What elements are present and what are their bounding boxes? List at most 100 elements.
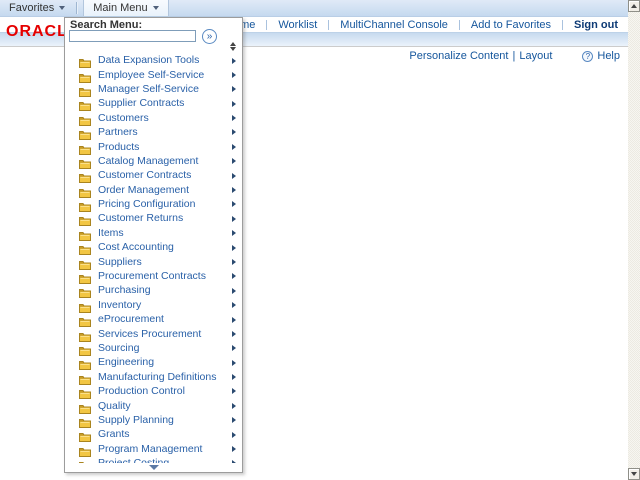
tab-main-menu[interactable]: Main Menu <box>83 0 169 16</box>
submenu-arrow-icon <box>232 100 236 107</box>
menu-item-grants[interactable]: Grants <box>65 427 242 443</box>
menu-item-label: Data Expansion Tools <box>98 54 200 67</box>
scroll-down-icon <box>148 464 159 470</box>
menu-item-label: Quality <box>98 399 131 412</box>
link-separator <box>266 19 268 30</box>
menu-item-program-management[interactable]: Program Management <box>65 442 242 457</box>
folder-icon <box>79 70 91 83</box>
menu-item-eprocurement[interactable]: eProcurement <box>65 312 242 328</box>
folder-icon <box>79 285 91 299</box>
menu-item-catalog-management[interactable]: Catalog Management <box>65 154 242 169</box>
menu-item-label: Sourcing <box>98 342 140 354</box>
menu-item-sourcing[interactable]: Sourcing <box>65 341 242 356</box>
header-link-worklist[interactable]: Worklist <box>278 19 317 31</box>
menu-item-products[interactable]: Products <box>65 139 242 155</box>
folder-icon <box>79 228 91 241</box>
submenu-arrow-icon <box>232 431 236 438</box>
menu-item-customer-returns[interactable]: Customer Returns <box>65 211 242 227</box>
menu-item-label: Manager Self-Service <box>98 82 199 95</box>
submenu-arrow-icon <box>232 374 236 381</box>
submenu-arrow-icon <box>232 143 236 150</box>
menu-item-data-expansion-tools[interactable]: Data Expansion Tools <box>65 53 242 69</box>
help-link[interactable]: ? Help <box>582 50 620 62</box>
arrow-up-icon <box>631 4 637 8</box>
folder-icon <box>79 113 91 126</box>
layout-link[interactable]: Layout <box>519 50 552 62</box>
chevron-down-icon <box>152 6 159 10</box>
submenu-arrow-icon <box>232 359 236 366</box>
folder-icon <box>79 444 91 457</box>
resize-down-icon <box>229 47 236 51</box>
search-go-button[interactable]: » <box>202 29 217 44</box>
scroll-down-button[interactable] <box>628 468 640 480</box>
folder-icon <box>79 98 91 112</box>
submenu-arrow-icon <box>232 417 236 424</box>
menu-item-customer-contracts[interactable]: Customer Contracts <box>65 168 242 184</box>
folder-icon <box>79 343 91 356</box>
submenu-arrow-icon <box>232 187 236 194</box>
submenu-arrow-icon <box>232 57 236 64</box>
menu-item-order-management[interactable]: Order Management <box>65 183 242 198</box>
submenu-arrow-icon <box>232 345 236 352</box>
menu-item-items[interactable]: Items <box>65 226 242 241</box>
submenu-arrow-icon <box>232 215 236 222</box>
menu-item-inventory[interactable]: Inventory <box>65 298 242 313</box>
folder-icon <box>79 415 91 428</box>
header-link-add-to-favorites[interactable]: Add to Favorites <box>471 19 551 31</box>
link-separator <box>328 19 330 30</box>
menu-item-production-control[interactable]: Production Control <box>65 384 242 400</box>
folder-icon <box>79 127 91 141</box>
submenu-arrow-icon <box>232 402 236 409</box>
header-link-multichannel-console[interactable]: MultiChannel Console <box>340 19 448 31</box>
menu-item-label: Suppliers <box>98 255 142 268</box>
menu-scroll-down[interactable] <box>65 463 242 471</box>
menu-item-engineering[interactable]: Engineering <box>65 355 242 371</box>
header-link-sign-out[interactable]: Sign out <box>574 19 618 31</box>
menu-item-manager-self-service[interactable]: Manager Self-Service <box>65 82 242 97</box>
menu-resize-handle[interactable] <box>229 42 236 51</box>
menu-item-cost-accounting[interactable]: Cost Accounting <box>65 240 242 256</box>
menu-item-supplier-contracts[interactable]: Supplier Contracts <box>65 96 242 112</box>
submenu-arrow-icon <box>232 273 236 280</box>
menu-item-label: Partners <box>98 126 138 139</box>
folder-icon <box>79 357 91 371</box>
link-separator <box>458 19 460 30</box>
menu-item-label: Supply Planning <box>98 413 174 426</box>
submenu-arrow-icon <box>232 446 236 453</box>
personalize-content-link[interactable]: Personalize Content <box>409 50 508 62</box>
menu-item-partners[interactable]: Partners <box>65 125 242 141</box>
folder-icon <box>79 300 91 313</box>
tab-favorites-label: Favorites <box>9 2 55 14</box>
menu-item-purchasing[interactable]: Purchasing <box>65 283 242 299</box>
folder-icon <box>79 213 91 227</box>
menu-item-label: Customer Contracts <box>98 169 192 182</box>
folder-icon <box>79 55 91 69</box>
menu-item-quality[interactable]: Quality <box>65 398 242 414</box>
menu-item-employee-self-service[interactable]: Employee Self-Service <box>65 67 242 83</box>
submenu-arrow-icon <box>232 201 236 208</box>
menu-item-services-procurement[interactable]: Services Procurement <box>65 326 242 342</box>
folder-icon <box>79 170 91 184</box>
menu-item-label: Procurement Contracts <box>98 270 206 283</box>
menu-item-label: Purchasing <box>98 284 151 297</box>
menu-item-supply-planning[interactable]: Supply Planning <box>65 413 242 428</box>
menu-item-label: Grants <box>98 428 130 441</box>
menu-item-procurement-contracts[interactable]: Procurement Contracts <box>65 269 242 285</box>
top-menubar: Favorites Main Menu <box>0 0 628 17</box>
double-chevron-icon: » <box>206 30 213 42</box>
tab-favorites[interactable]: Favorites <box>0 0 74 16</box>
menu-item-suppliers[interactable]: Suppliers <box>65 254 242 270</box>
submenu-arrow-icon <box>232 258 236 265</box>
scroll-up-button[interactable] <box>628 0 640 12</box>
menu-item-label: Engineering <box>98 356 155 369</box>
submenu-arrow-icon <box>232 244 236 251</box>
menu-item-manufacturing-definitions[interactable]: Manufacturing Definitions <box>65 370 242 385</box>
menu-item-label: Supplier Contracts <box>98 97 185 110</box>
menu-item-pricing-configuration[interactable]: Pricing Configuration <box>65 197 242 213</box>
folder-icon <box>79 314 91 328</box>
menu-item-customers[interactable]: Customers <box>65 111 242 126</box>
menu-item-project-costing[interactable]: Project Costing <box>65 456 242 463</box>
search-input[interactable] <box>69 30 196 42</box>
menu-item-label: Pricing Configuration <box>98 198 196 211</box>
scrollbar-track[interactable] <box>628 12 640 468</box>
